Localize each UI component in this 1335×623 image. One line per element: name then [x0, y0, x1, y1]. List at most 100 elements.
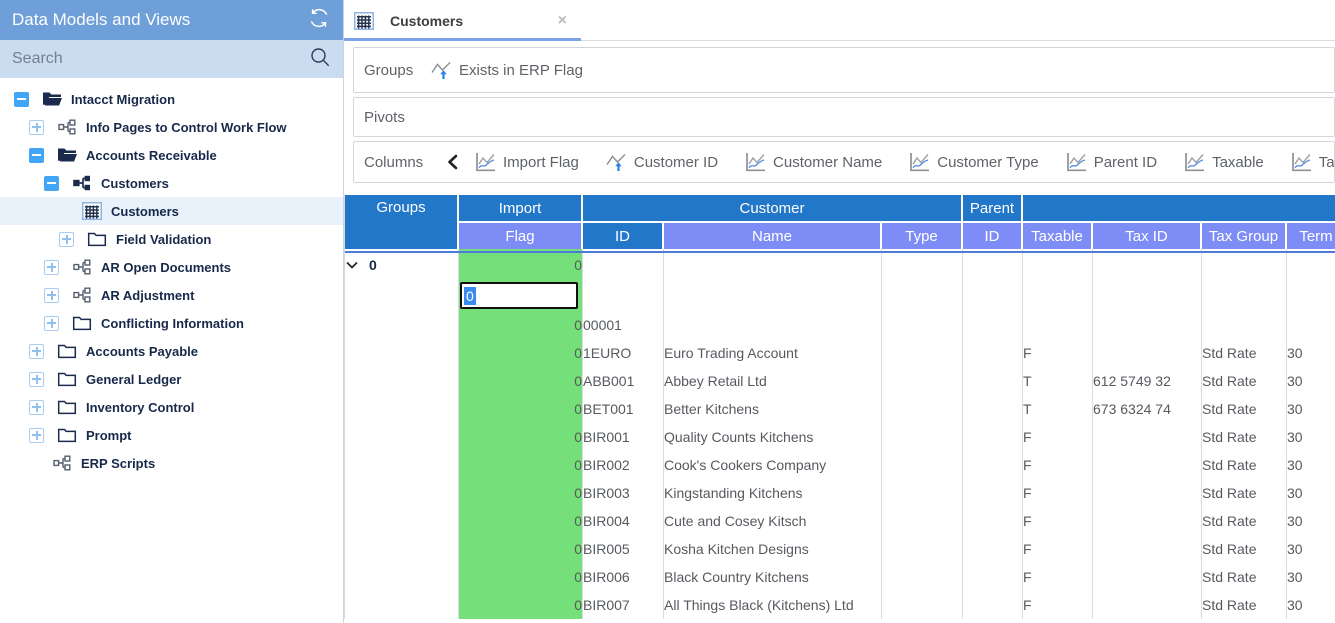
import-flag-cell[interactable]: 0 — [459, 423, 583, 451]
term-cell[interactable]: 30 — [1287, 479, 1335, 507]
import-flag-cell[interactable]: 0 — [459, 451, 583, 479]
tree-item-customers[interactable]: Customers — [0, 169, 343, 197]
expand-toggle-icon[interactable] — [29, 400, 44, 415]
parent-id-cell[interactable] — [963, 339, 1023, 367]
name-cell[interactable] — [664, 311, 882, 339]
groups-column-header[interactable]: Groups — [345, 195, 459, 249]
tree-item-field-validation[interactable]: Field Validation — [0, 225, 343, 253]
cell[interactable] — [345, 507, 459, 535]
name-cell[interactable]: Kingstanding Kitchens — [664, 479, 882, 507]
taxable-cell[interactable]: F — [1023, 591, 1093, 619]
term-column-header[interactable]: Term — [1287, 221, 1335, 249]
term-cell[interactable]: 30 — [1287, 591, 1335, 619]
id-column-header[interactable]: ID — [583, 221, 664, 249]
customer-group-header[interactable]: Customer — [583, 195, 963, 221]
name-cell[interactable]: Black Country Kitchens — [664, 563, 882, 591]
id-cell[interactable]: BIR004 — [583, 507, 664, 535]
term-cell[interactable]: 30 — [1287, 507, 1335, 535]
tax-id-cell[interactable]: 673 6324 74 — [1093, 395, 1202, 423]
type-column-header[interactable]: Type — [882, 221, 963, 249]
expand-toggle-icon[interactable] — [29, 120, 44, 135]
cell[interactable] — [583, 280, 664, 311]
close-icon[interactable]: × — [552, 12, 573, 30]
taxable-cell[interactable]: F — [1023, 451, 1093, 479]
cell[interactable] — [664, 249, 882, 280]
term-cell[interactable]: 30 — [1287, 451, 1335, 479]
cell[interactable] — [882, 249, 963, 280]
expand-toggle-icon[interactable] — [29, 344, 44, 359]
taxable-cell[interactable]: F — [1023, 507, 1093, 535]
cell-editor-input[interactable]: 0 — [460, 282, 578, 309]
tax-group-cell[interactable]: Std Rate — [1202, 339, 1287, 367]
import-flag-cell[interactable]: 0 — [459, 311, 583, 339]
tax-id-cell[interactable] — [1093, 339, 1202, 367]
id-cell[interactable]: BIR005 — [583, 535, 664, 563]
type-cell[interactable] — [882, 479, 963, 507]
import-flag-cell[interactable]: 0 — [459, 563, 583, 591]
id-cell[interactable]: BET001 — [583, 395, 664, 423]
cell[interactable] — [583, 249, 664, 280]
tree-item-customers-view[interactable]: Customers — [0, 197, 343, 225]
collapse-toggle-icon[interactable] — [14, 92, 29, 107]
type-cell[interactable] — [882, 423, 963, 451]
id-cell[interactable]: BIR007 — [583, 591, 664, 619]
id-cell[interactable]: BIR006 — [583, 563, 664, 591]
import-flag-cell[interactable]: 0 — [459, 507, 583, 535]
tax-id-cell[interactable] — [1093, 563, 1202, 591]
term-cell[interactable]: 30 — [1287, 563, 1335, 591]
type-cell[interactable] — [882, 591, 963, 619]
expand-toggle-icon[interactable] — [44, 260, 59, 275]
tax-id-cell[interactable] — [1093, 479, 1202, 507]
field-chip-customer-id[interactable]: Customer ID — [605, 152, 718, 172]
cell[interactable] — [345, 339, 459, 367]
field-chip-tax-id[interactable]: Tax ID — [1290, 152, 1335, 172]
tax-id-cell[interactable] — [1093, 423, 1202, 451]
parent-id-cell[interactable] — [963, 591, 1023, 619]
id-cell[interactable]: 00001 — [583, 311, 664, 339]
search-icon[interactable] — [309, 46, 331, 73]
tree-item-erp-scripts[interactable]: ERP Scripts — [0, 449, 343, 477]
import-flag-edit-cell[interactable]: 0 — [459, 280, 583, 311]
tree-item-ar-adjustment[interactable]: AR Adjustment — [0, 281, 343, 309]
tax-group-column-header[interactable]: Tax Group — [1202, 221, 1287, 249]
tax-group-cell[interactable]: Std Rate — [1202, 451, 1287, 479]
term-cell[interactable]: 30 — [1287, 535, 1335, 563]
term-cell[interactable] — [1287, 311, 1335, 339]
import-flag-cell[interactable]: 0 — [459, 535, 583, 563]
taxable-cell[interactable]: F — [1023, 563, 1093, 591]
parent-id-cell[interactable] — [963, 507, 1023, 535]
cell[interactable] — [1023, 280, 1093, 311]
flag-column-header[interactable]: Flag — [459, 221, 583, 249]
tree-item-accounts-receivable[interactable]: Accounts Receivable — [0, 141, 343, 169]
expand-toggle-icon[interactable] — [44, 288, 59, 303]
cell[interactable] — [882, 280, 963, 311]
import-flag-cell[interactable]: 0 — [459, 479, 583, 507]
refresh-icon[interactable] — [307, 6, 331, 35]
term-cell[interactable]: 30 — [1287, 423, 1335, 451]
name-column-header[interactable]: Name — [664, 221, 882, 249]
name-cell[interactable]: Cook's Cookers Company — [664, 451, 882, 479]
tax-id-cell[interactable] — [1093, 591, 1202, 619]
parent-id-cell[interactable] — [963, 451, 1023, 479]
parent-id-cell[interactable] — [963, 563, 1023, 591]
tax-group-cell[interactable]: Std Rate — [1202, 479, 1287, 507]
import-flag-cell[interactable]: 0 — [459, 591, 583, 619]
chevron-left-icon[interactable] — [446, 154, 458, 170]
import-flag-cell[interactable]: 0 — [459, 395, 583, 423]
tax-id-cell[interactable] — [1093, 311, 1202, 339]
type-cell[interactable] — [882, 367, 963, 395]
tax-group-cell[interactable]: Std Rate — [1202, 591, 1287, 619]
tax-group-cell[interactable]: Std Rate — [1202, 395, 1287, 423]
cell[interactable] — [1287, 249, 1335, 280]
type-cell[interactable] — [882, 507, 963, 535]
field-chip-customer-name[interactable]: Customer Name — [744, 152, 882, 172]
cell[interactable] — [1287, 280, 1335, 311]
name-cell[interactable]: Better Kitchens — [664, 395, 882, 423]
tree-item-info-pages-to-control-work-flow[interactable]: Info Pages to Control Work Flow — [0, 113, 343, 141]
tax-group-cell[interactable] — [1202, 311, 1287, 339]
field-chip-exists-in-erp-flag[interactable]: Exists in ERP Flag — [430, 60, 583, 80]
collapse-toggle-icon[interactable] — [44, 176, 59, 191]
tree-item-ar-open-documents[interactable]: AR Open Documents — [0, 253, 343, 281]
tree-item-prompt[interactable]: Prompt — [0, 421, 343, 449]
tax-id-cell[interactable] — [1093, 507, 1202, 535]
